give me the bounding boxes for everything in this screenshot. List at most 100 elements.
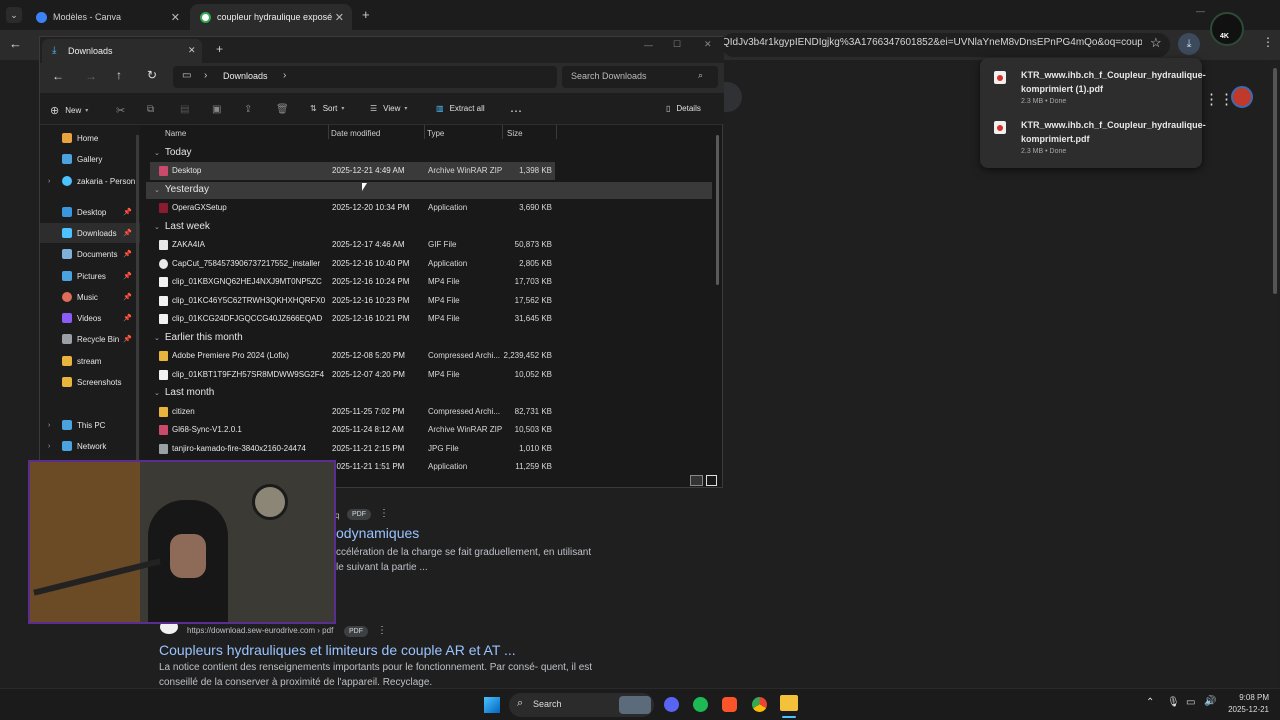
- sidebar-item-screenshots[interactable]: Screenshots: [40, 372, 140, 392]
- result-options-icon[interactable]: ⋮: [377, 625, 387, 636]
- view-button[interactable]: ☰ View ▾: [370, 104, 407, 113]
- sidebar-item-downloads[interactable]: Downloads 📌: [40, 223, 140, 243]
- chrome-icon[interactable]: [752, 697, 767, 712]
- sidebar-item-home[interactable]: Home: [40, 128, 140, 148]
- sidebar-item-videos[interactable]: Videos 📌: [40, 308, 140, 328]
- close-window-icon[interactable]: ✕: [704, 39, 712, 50]
- chevron-right-icon[interactable]: ›: [283, 70, 286, 81]
- file-row[interactable]: ZAKA4IA 2025-12-17 4:46 AM GIF File 50,873 …: [150, 236, 555, 254]
- maximize-icon[interactable]: ☐: [673, 39, 681, 50]
- search-box[interactable]: Search Downloads ⌕: [562, 66, 718, 88]
- minimize-icon[interactable]: —: [1196, 6, 1205, 16]
- minimize-icon[interactable]: —: [644, 40, 653, 50]
- file-row[interactable]: Adobe Premiere Pro 2024 (Lofix) 2025-12-0…: [150, 347, 555, 365]
- sidebar-item-documents[interactable]: Documents 📌: [40, 244, 140, 264]
- scrollbar-thumb[interactable]: [1273, 68, 1277, 294]
- sort-button[interactable]: ⇅ Sort ▾: [310, 104, 344, 113]
- group-header[interactable]: ⌄ Last month: [154, 387, 214, 398]
- new-tab-icon[interactable]: +: [216, 42, 223, 56]
- sidebar-item-music[interactable]: Music 📌: [40, 287, 140, 307]
- sidebar-item-pictures[interactable]: Pictures 📌: [40, 266, 140, 286]
- column-header-name[interactable]: Name: [165, 129, 186, 138]
- sidebar-item-network[interactable]: › Network: [40, 436, 140, 456]
- column-header-type[interactable]: Type: [427, 129, 444, 138]
- file-row[interactable]: CapCut_7584573906737217552_installer 2025…: [150, 255, 555, 273]
- sidebar-item-onedrive[interactable]: › zakaria - Person: [40, 171, 140, 191]
- sidebar-item-desktop[interactable]: Desktop 📌: [40, 202, 140, 222]
- extract-all-button[interactable]: ▥ Extract all: [436, 104, 485, 113]
- file-row[interactable]: Desktop 2025-12-21 4:49 AM Archive WinRAR …: [150, 162, 555, 180]
- tab-canva[interactable]: Modèles - Canva ✕: [26, 4, 188, 30]
- url-text[interactable]: QIdJv3b4r1kgypIENDIgjkg%3A1766347601852&…: [722, 37, 1142, 48]
- pane-divider[interactable]: [136, 135, 139, 475]
- file-row[interactable]: clip_01KC46Y5C62TRWH3QKHXHQRFX0 2025-12-1…: [150, 292, 555, 310]
- column-divider[interactable]: [328, 125, 329, 139]
- chevron-right-icon[interactable]: ›: [48, 443, 50, 450]
- network-icon[interactable]: ▭: [1186, 697, 1195, 708]
- share-icon[interactable]: ⇪: [244, 104, 252, 115]
- details-button[interactable]: ▯ Details: [666, 104, 701, 113]
- new-tab-icon[interactable]: +: [362, 7, 370, 22]
- chevron-up-icon[interactable]: ⌃: [1146, 697, 1154, 708]
- group-header[interactable]: ⌄ Last week: [154, 221, 210, 232]
- refresh-icon[interactable]: ↻: [147, 68, 157, 82]
- result-title-link[interactable]: odynamiques: [336, 525, 419, 541]
- close-tab-icon[interactable]: ✕: [171, 11, 180, 24]
- explorer-tab[interactable]: ⤓ Downloads ✕: [42, 39, 202, 63]
- column-header-date[interactable]: Date modified: [331, 129, 380, 138]
- search-input[interactable]: Search Downloads: [571, 71, 647, 81]
- column-divider[interactable]: [424, 125, 425, 139]
- file-row[interactable]: clip_01KCG24DFJGQCCG40JZ666EQAD 2025-12-1…: [150, 310, 555, 328]
- file-list-scrollbar[interactable]: [716, 135, 719, 285]
- download-item[interactable]: KTR_www.ihb.ch_f_Coupleur_hydraulique-ko…: [994, 118, 1206, 162]
- brave-icon[interactable]: [722, 697, 737, 712]
- file-row[interactable]: clip_01KBT1T9FZH57SR8MDWW9SG2F4 2025-12-0…: [150, 366, 555, 384]
- clock-date[interactable]: 2025-12-21: [1223, 705, 1269, 714]
- close-tab-icon[interactable]: ✕: [335, 11, 344, 24]
- result-options-icon[interactable]: ⋮: [379, 508, 389, 519]
- sidebar-item-recycle-bin[interactable]: Recycle Bin 📌: [40, 329, 140, 349]
- sidebar-item-stream[interactable]: stream: [40, 351, 140, 371]
- download-filename[interactable]: KTR_www.ihb.ch_f_Coupleur_hydraulique-ko…: [1021, 68, 1206, 96]
- group-header[interactable]: ⌄ Yesterday: [154, 184, 209, 195]
- group-header[interactable]: ⌄ Today: [154, 147, 192, 158]
- account-avatar[interactable]: [1231, 86, 1253, 108]
- file-row[interactable]: tanjiro-kamado-fire-3840x2160-24474 2025-…: [150, 440, 555, 458]
- result-title-link[interactable]: Coupleurs hydrauliques et limiteurs de c…: [159, 642, 516, 658]
- file-row[interactable]: clip_01KBXGNQ62HEJ4NXJ9MT0NP5ZC 2025-12-1…: [150, 273, 555, 291]
- spotify-icon[interactable]: [693, 697, 708, 712]
- file-row[interactable]: Gl68-Sync-V1.2.0.1 2025-11-24 8:12 AM Arch…: [150, 421, 555, 439]
- discord-icon[interactable]: [664, 697, 679, 712]
- column-divider[interactable]: [556, 125, 557, 139]
- tab-search-results[interactable]: coupleur hydraulique exposé p ✕: [190, 4, 352, 30]
- download-icon[interactable]: ⤓: [1178, 33, 1200, 55]
- column-divider[interactable]: [502, 125, 503, 139]
- download-filename[interactable]: KTR_www.ihb.ch_f_Coupleur_hydraulique-ko…: [1021, 118, 1206, 146]
- details-view-icon[interactable]: [690, 475, 703, 486]
- tiles-view-icon[interactable]: [706, 475, 717, 486]
- delete-icon[interactable]: 🗑: [276, 104, 289, 115]
- chevron-right-icon[interactable]: ›: [48, 178, 50, 185]
- tab-search-button[interactable]: ⌄: [6, 7, 22, 23]
- close-tab-icon[interactable]: ✕: [188, 45, 196, 56]
- up-arrow-icon[interactable]: ↑: [116, 68, 122, 82]
- result-source[interactable]: https://download.sew-eurodrive.com › pdf: [187, 626, 333, 635]
- clock-time[interactable]: 9:08 PM: [1223, 693, 1269, 702]
- column-header-size[interactable]: Size: [507, 129, 523, 138]
- rename-icon[interactable]: ▣: [212, 104, 221, 115]
- forward-arrow-icon[interactable]: →: [85, 69, 97, 83]
- file-explorer-icon[interactable]: [780, 695, 798, 711]
- back-arrow-icon[interactable]: ←: [52, 69, 64, 83]
- sidebar-item-gallery[interactable]: Gallery: [40, 149, 140, 169]
- sidebar-item-this-pc[interactable]: › This PC: [40, 415, 140, 435]
- group-header[interactable]: ⌄ Earlier this month: [154, 332, 243, 343]
- more-options-icon[interactable]: ⋯: [510, 104, 522, 118]
- breadcrumb[interactable]: Downloads: [223, 71, 268, 81]
- download-item[interactable]: KTR_www.ihb.ch_f_Coupleur_hydraulique-ko…: [994, 68, 1206, 112]
- volume-icon[interactable]: 🔊: [1204, 696, 1216, 707]
- chevron-right-icon[interactable]: ›: [48, 422, 50, 429]
- back-arrow-icon[interactable]: ←: [9, 36, 22, 51]
- bookmark-star-icon[interactable]: ☆: [1150, 35, 1162, 51]
- file-row[interactable]: OperaGXSetup 2025-12-20 10:34 PM Applicati…: [150, 199, 555, 217]
- microphone-icon[interactable]: 🎙: [1167, 697, 1180, 708]
